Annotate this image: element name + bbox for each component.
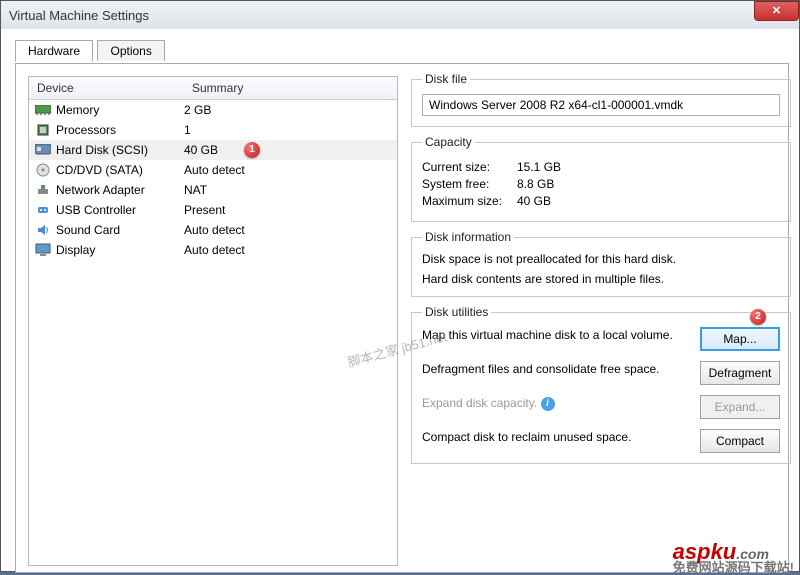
memory-icon	[34, 103, 52, 117]
capacity-legend: Capacity	[422, 135, 475, 149]
device-summary: NAT	[184, 183, 392, 197]
diskfile-legend: Disk file	[422, 72, 470, 86]
titlebar: Virtual Machine Settings ✕	[1, 1, 799, 29]
sound-icon	[34, 223, 52, 237]
window-title: Virtual Machine Settings	[9, 8, 149, 23]
device-row-sound-card[interactable]: Sound CardAuto detect	[29, 220, 397, 240]
close-button[interactable]: ✕	[754, 1, 799, 21]
diskinfo-group: Disk information Disk space is not preal…	[411, 230, 791, 297]
expand-text: Expand disk capacity. i	[422, 395, 700, 411]
device-name: USB Controller	[56, 203, 184, 217]
expand-button: Expand...	[700, 395, 780, 419]
device-summary: Auto detect	[184, 223, 392, 237]
compact-button[interactable]: Compact	[700, 429, 780, 453]
device-row-processors[interactable]: Processors1	[29, 120, 397, 140]
utilities-legend: Disk utilities	[422, 305, 491, 319]
device-name: CD/DVD (SATA)	[56, 163, 184, 177]
device-list: Device Summary Memory2 GBProcessors1Hard…	[28, 76, 398, 566]
vm-settings-window: Virtual Machine Settings ✕ Hardware Opti…	[0, 0, 800, 572]
device-summary: 2 GB	[184, 103, 392, 117]
tab-content: Device Summary Memory2 GBProcessors1Hard…	[15, 63, 789, 573]
current-size-label: Current size:	[422, 160, 517, 174]
device-row-display[interactable]: DisplayAuto detect	[29, 240, 397, 260]
cd-icon	[34, 163, 52, 177]
capacity-group: Capacity Current size:15.1 GB System fre…	[411, 135, 791, 222]
diskfile-group: Disk file	[411, 72, 791, 127]
defragment-button[interactable]: Defragment	[700, 361, 780, 385]
device-name: Processors	[56, 123, 184, 137]
display-icon	[34, 243, 52, 257]
device-row-cd-dvd-sata-[interactable]: CD/DVD (SATA)Auto detect	[29, 160, 397, 180]
brand-logo: aspku.com 免费网站源码下载站!	[673, 539, 794, 570]
device-name: Network Adapter	[56, 183, 184, 197]
tab-options[interactable]: Options	[97, 40, 164, 61]
device-row-usb-controller[interactable]: USB ControllerPresent	[29, 200, 397, 220]
device-summary: Auto detect	[184, 163, 392, 177]
system-free-value: 8.8 GB	[517, 177, 554, 191]
device-name: Sound Card	[56, 223, 184, 237]
current-size-value: 15.1 GB	[517, 160, 561, 174]
system-free-label: System free:	[422, 177, 517, 191]
diskinfo-legend: Disk information	[422, 230, 514, 244]
device-summary: Present	[184, 203, 392, 217]
diskfile-input[interactable]	[422, 94, 780, 116]
net-icon	[34, 183, 52, 197]
device-summary: 1	[184, 123, 392, 137]
device-row-network-adapter[interactable]: Network AdapterNAT	[29, 180, 397, 200]
info-icon[interactable]: i	[541, 397, 555, 411]
tab-bar: Hardware Options	[15, 39, 799, 63]
device-summary: 40 GB	[184, 143, 392, 157]
defrag-text: Defragment files and consolidate free sp…	[422, 361, 700, 377]
cpu-icon	[34, 123, 52, 137]
diskinfo-line1: Disk space is not preallocated for this …	[422, 252, 780, 266]
diskinfo-line2: Hard disk contents are stored in multipl…	[422, 272, 780, 286]
hdd-icon	[34, 143, 52, 157]
annotation-badge-1: 1	[244, 142, 260, 158]
map-button[interactable]: Map...	[700, 327, 780, 351]
device-name: Memory	[56, 103, 184, 117]
map-text: Map this virtual machine disk to a local…	[422, 327, 700, 343]
tab-hardware[interactable]: Hardware	[15, 40, 93, 62]
device-row-memory[interactable]: Memory2 GB	[29, 100, 397, 120]
col-summary: Summary	[184, 77, 397, 99]
device-list-header: Device Summary	[29, 77, 397, 100]
compact-text: Compact disk to reclaim unused space.	[422, 429, 700, 445]
device-name: Display	[56, 243, 184, 257]
col-device: Device	[29, 77, 184, 99]
device-summary: Auto detect	[184, 243, 392, 257]
device-row-hard-disk-scsi-[interactable]: Hard Disk (SCSI)40 GB1	[29, 140, 397, 160]
usb-icon	[34, 203, 52, 217]
device-name: Hard Disk (SCSI)	[56, 143, 184, 157]
max-size-value: 40 GB	[517, 194, 551, 208]
max-size-label: Maximum size:	[422, 194, 517, 208]
detail-panel: Disk file Capacity Current size:15.1 GB …	[411, 72, 791, 472]
utilities-group: Disk utilities Map this virtual machine …	[411, 305, 791, 464]
annotation-badge-2: 2	[750, 309, 766, 325]
